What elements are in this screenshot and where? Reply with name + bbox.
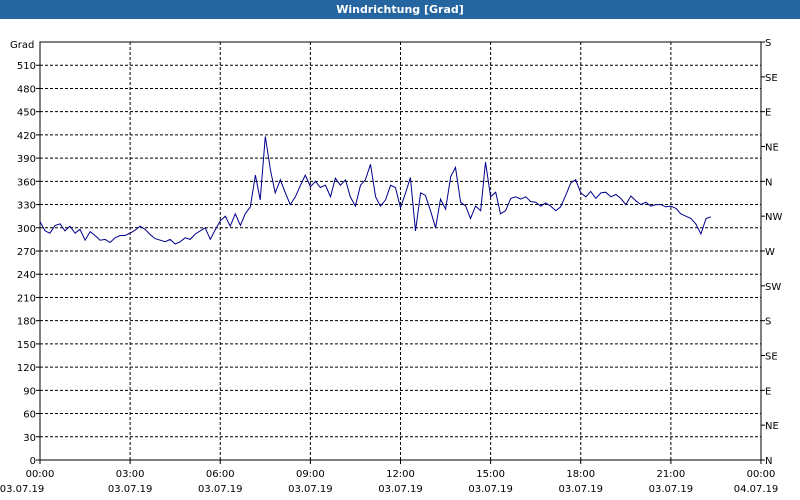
- y2-tick-label: E: [765, 108, 771, 119]
- y-tick-label: 60: [23, 410, 36, 421]
- x-tick-time: 21:00: [656, 469, 685, 480]
- y2-tick-label: NW: [765, 212, 782, 223]
- y2-tick-label: SE: [765, 73, 778, 84]
- y-tick-label: 450: [17, 108, 36, 119]
- x-tick-time: 18:00: [566, 469, 595, 480]
- x-tick-time: 12:00: [386, 469, 415, 480]
- y-tick-label: 30: [23, 433, 36, 444]
- y2-tick-label: SW: [765, 282, 781, 293]
- y-tick-label: 270: [17, 247, 36, 258]
- x-tick-time: 03:00: [116, 469, 145, 480]
- y-tick-label: 330: [17, 201, 36, 212]
- y2-tick-label: S: [765, 38, 771, 49]
- x-tick-date: 03.07.19: [198, 484, 243, 495]
- y-tick-label: 90: [23, 386, 36, 397]
- y2-tick-label: W: [765, 247, 775, 258]
- y-tick-label: 510: [17, 61, 36, 72]
- y-tick-label: 210: [17, 293, 36, 304]
- y2-tick-label: SE: [765, 352, 778, 363]
- x-tick-date: 04.07.19: [734, 484, 779, 495]
- x-tick-date: 03.07.19: [108, 484, 153, 495]
- x-tick-time: 15:00: [476, 469, 505, 480]
- x-tick-date: 03.07.19: [288, 484, 333, 495]
- y-tick-label: 390: [17, 154, 36, 165]
- y-axis-label: Grad: [10, 40, 34, 51]
- y-tick-label: 300: [17, 224, 36, 235]
- window-title: Windrichtung [Grad]: [0, 0, 800, 19]
- y-tick-label: 0: [30, 456, 36, 467]
- y2-tick-label: E: [765, 386, 771, 397]
- y2-tick-label: NE: [765, 421, 779, 432]
- x-tick-time: 00:00: [26, 469, 55, 480]
- y-tick-label: 240: [17, 270, 36, 281]
- chart-svg: Grad 0 30 60 90 120 150 180 210 240 270 300 330 360 3…: [0, 19, 800, 500]
- x-tick-time: 09:00: [296, 469, 325, 480]
- x-tick-date: 03.07.19: [378, 484, 423, 495]
- y-tick-label: 480: [17, 84, 36, 95]
- x-tick-date: 03.07.19: [468, 484, 513, 495]
- y-tick-label: 150: [17, 340, 36, 351]
- y-tick-label: 120: [17, 363, 36, 374]
- y2-tick-label: N: [765, 456, 772, 467]
- y-tick-label: 420: [17, 131, 36, 142]
- x-tick-date: 03.07.19: [649, 484, 694, 495]
- y-tick-label: 180: [17, 317, 36, 328]
- x-tick-time: 00:00: [747, 469, 776, 480]
- y2-tick-label: NE: [765, 143, 779, 154]
- y-tick-label: 360: [17, 177, 36, 188]
- x-tick-date: 03.07.19: [0, 484, 44, 495]
- x-tick-time: 06:00: [206, 469, 235, 480]
- x-tick-date: 03.07.19: [558, 484, 603, 495]
- y2-tick-label: N: [765, 177, 772, 188]
- y2-tick-label: S: [765, 317, 771, 328]
